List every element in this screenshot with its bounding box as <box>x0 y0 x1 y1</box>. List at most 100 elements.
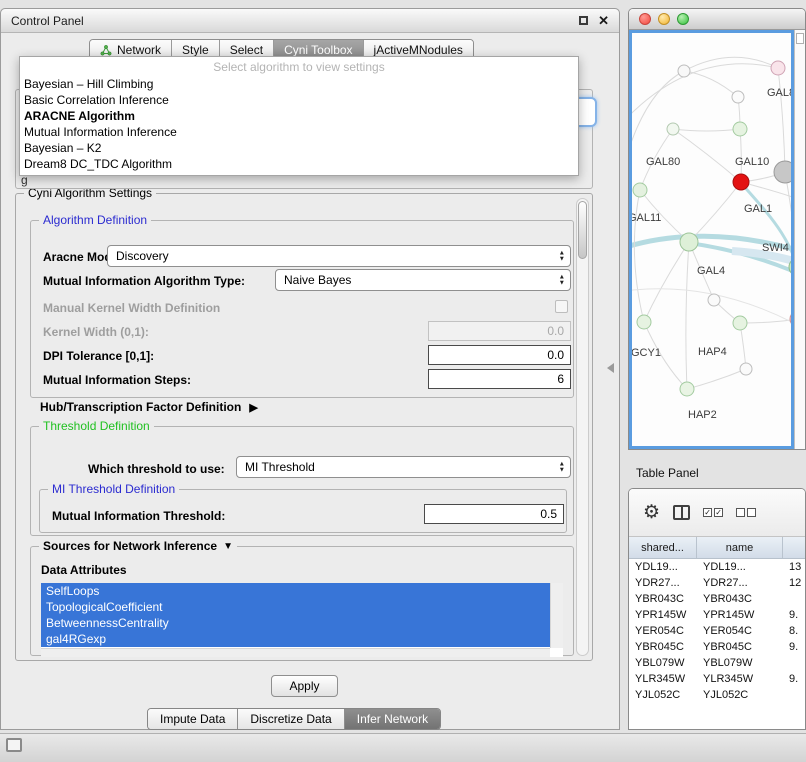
collapsed-arrow-icon[interactable]: ▶ <box>249 401 257 414</box>
mi-threshold-title: MI Threshold Definition <box>48 482 179 496</box>
control-panel-window: Control Panel ✕ NetworkStyleSelectCyni T… <box>0 8 620 730</box>
attribute-item-selfloops[interactable]: SelfLoops <box>41 583 550 599</box>
table-row[interactable]: YJL052CYJL052C <box>629 687 805 703</box>
manual-kernel-checkbox[interactable] <box>555 300 568 313</box>
network-canvas[interactable]: GAL8GAL80GAL10GAL11GAL1SWI4GAL4GCY1HAP4Y… <box>629 30 794 449</box>
dropdown-placeholder: Select algorithm to view settings <box>20 57 578 76</box>
minimize-traffic-light[interactable] <box>658 13 670 25</box>
minimized-panel-icon[interactable] <box>6 738 22 752</box>
which-threshold-label: Which threshold to use: <box>88 462 225 476</box>
table-cell: YJL052C <box>629 687 697 703</box>
close-traffic-light[interactable] <box>639 13 651 25</box>
combo-stepper-icon: ▲▼ <box>559 462 565 473</box>
settings-scrollbar-thumb[interactable] <box>578 201 587 259</box>
table-row[interactable]: YLR345WYLR345W9. <box>629 671 805 687</box>
table-row[interactable]: YDR27...YDR27...12 <box>629 575 805 591</box>
mi-type-combo[interactable]: Naive Bayes ▲▼ <box>275 269 571 291</box>
dropdown-item-basic-correlation-inference[interactable]: Basic Correlation Inference <box>20 92 578 108</box>
table-cell: YBR043C <box>629 591 697 607</box>
dropdown-item-mutual-information-inference[interactable]: Mutual Information Inference <box>20 124 578 140</box>
gear-icon[interactable]: ⚙ <box>643 503 660 522</box>
table-row[interactable]: YER054CYER054C8. <box>629 623 805 639</box>
table-row[interactable]: YBR045CYBR045C9. <box>629 639 805 655</box>
deselect-all-icon[interactable] <box>736 508 756 517</box>
network-node[interactable] <box>733 174 749 190</box>
columns-icon-divider <box>681 507 683 518</box>
apply-button[interactable]: Apply <box>271 675 338 697</box>
network-node[interactable] <box>680 233 698 251</box>
aracne-mode-combo[interactable]: Discovery ▲▼ <box>107 245 571 267</box>
table-cell: 9. <box>783 639 805 655</box>
mi-threshold-field[interactable]: 0.5 <box>424 504 564 524</box>
sources-section[interactable]: Sources for Network Inference ▼ <box>39 539 237 553</box>
attribute-item-betweennesscentrality[interactable]: BetweennessCentrality <box>41 615 550 631</box>
network-node[interactable] <box>733 122 747 136</box>
network-node[interactable] <box>732 91 744 103</box>
table-row[interactable]: YBR043CYBR043C <box>629 591 805 607</box>
panel-collapse-arrow[interactable] <box>607 363 614 373</box>
settings-scrollbar[interactable] <box>576 198 589 656</box>
network-node[interactable] <box>637 315 651 329</box>
bottom-tab-impute-data[interactable]: Impute Data <box>148 709 238 729</box>
table-row[interactable]: YPR145WYPR145W9. <box>629 607 805 623</box>
close-icon[interactable]: ✕ <box>598 15 609 27</box>
network-node[interactable] <box>774 161 793 183</box>
mi-steps-field[interactable]: 6 <box>428 369 571 389</box>
mi-threshold-label: Mutual Information Threshold: <box>52 509 225 523</box>
attribute-item-gal4rgexp[interactable]: gal4RGexp <box>41 631 550 647</box>
network-node[interactable] <box>733 316 747 330</box>
network-node[interactable] <box>678 65 690 77</box>
bottom-tab-infer-network[interactable]: Infer Network <box>345 709 440 729</box>
dpi-tolerance-field[interactable]: 0.0 <box>428 345 571 365</box>
network-node[interactable] <box>633 183 647 197</box>
attribute-list-hscrollbar[interactable] <box>41 648 550 657</box>
table-cell: YPR145W <box>629 607 697 623</box>
network-window-titlebar[interactable] <box>629 9 805 30</box>
zoom-traffic-light[interactable] <box>677 13 689 25</box>
table-cell: 9. <box>783 607 805 623</box>
network-node-label: GAL80 <box>646 156 680 168</box>
attribute-item-topologicalcoefficient[interactable]: TopologicalCoefficient <box>41 599 550 615</box>
combo-stepper-icon: ▲▼ <box>559 275 565 286</box>
dropdown-item-bayesian-hill-climbing[interactable]: Bayesian – Hill Climbing <box>20 76 578 92</box>
hub-definition-section[interactable]: Hub/Transcription Factor Definition ▶ <box>40 400 258 414</box>
table-row[interactable]: YBL079WYBL079W <box>629 655 805 671</box>
expanded-arrow-icon[interactable]: ▼ <box>223 541 233 552</box>
table-cell: YJL052C <box>697 687 783 703</box>
control-panel-titlebar[interactable]: Control Panel ✕ <box>1 9 619 33</box>
network-node[interactable] <box>771 61 785 75</box>
sources-title: Sources for Network Inference <box>43 539 217 553</box>
threshold-definition-group: Threshold Definition Which threshold to … <box>30 426 574 536</box>
desktop: Control Panel ✕ NetworkStyleSelectCyni T… <box>0 0 806 762</box>
float-window-icon[interactable] <box>579 16 588 25</box>
network-node[interactable] <box>790 311 793 327</box>
dropdown-item-aracne-algorithm[interactable]: ARACNE Algorithm <box>20 108 578 124</box>
table-cell: YBR045C <box>629 639 697 655</box>
column-header-shared[interactable]: shared... <box>629 537 697 558</box>
column-header-name[interactable]: name <box>697 537 783 558</box>
table-row[interactable]: YDL19...YDL19...13 <box>629 559 805 575</box>
attribute-list-vscrollbar[interactable] <box>550 583 563 648</box>
table-header: shared...name <box>629 537 805 559</box>
column-header-col2[interactable] <box>783 537 806 558</box>
which-threshold-combo[interactable]: MI Threshold ▲▼ <box>236 456 571 478</box>
network-node-label: HAP4 <box>698 346 727 358</box>
network-node[interactable] <box>680 382 694 396</box>
which-threshold-value: MI Threshold <box>245 460 315 474</box>
network-node[interactable] <box>708 294 720 306</box>
dropdown-item-bayesian-k2[interactable]: Bayesian – K2 <box>20 140 578 156</box>
network-scrollbar-button[interactable] <box>796 33 804 44</box>
algorithm-definition-group: Algorithm Definition Aracne Mode: Discov… <box>30 220 574 398</box>
network-node[interactable] <box>667 123 679 135</box>
dropdown-item-dream8-dc-tdc-algorithm[interactable]: Dream8 DC_TDC Algorithm <box>20 156 578 172</box>
network-node[interactable] <box>740 363 752 375</box>
columns-icon[interactable] <box>673 505 690 520</box>
mi-type-label: Mutual Information Algorithm Type: <box>43 274 245 288</box>
network-node-label: GAL4 <box>697 265 725 277</box>
network-scrollbar[interactable] <box>794 30 805 449</box>
attribute-list[interactable]: SelfLoopsTopologicalCoefficientBetweenne… <box>41 583 563 657</box>
network-node-label: GAL8 <box>767 87 793 99</box>
select-all-icon[interactable]: ✓ ✓ <box>703 508 723 517</box>
bottom-tab-discretize-data[interactable]: Discretize Data <box>238 709 344 729</box>
table-cell: YBL079W <box>697 655 783 671</box>
